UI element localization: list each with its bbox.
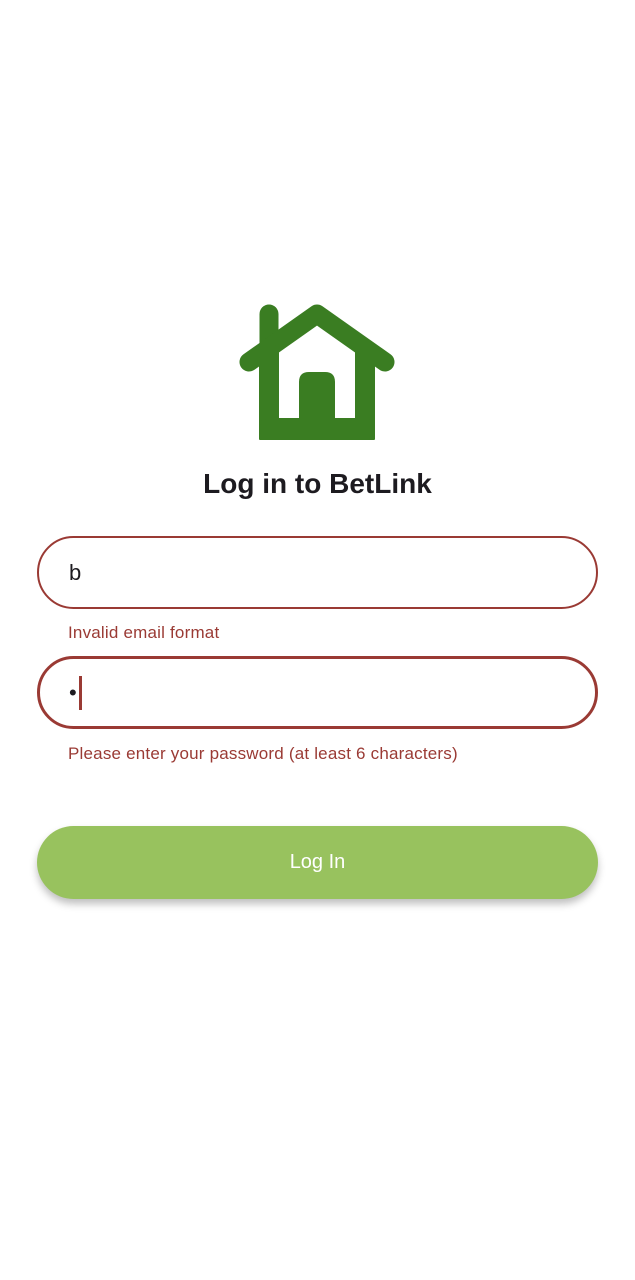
email-value: b xyxy=(69,559,82,585)
home-icon xyxy=(236,300,398,444)
password-value-wrapper: • xyxy=(69,659,82,726)
password-field[interactable]: • xyxy=(37,656,598,729)
text-cursor xyxy=(78,675,82,710)
email-field[interactable]: b xyxy=(37,536,598,609)
page-title: Log in to BetLink xyxy=(203,468,432,499)
login-button[interactable]: Log In xyxy=(37,826,598,899)
password-value: • xyxy=(69,679,77,705)
password-error-message: Please enter your password (at least 6 c… xyxy=(68,744,458,763)
email-error-message: Invalid email format xyxy=(68,623,220,642)
